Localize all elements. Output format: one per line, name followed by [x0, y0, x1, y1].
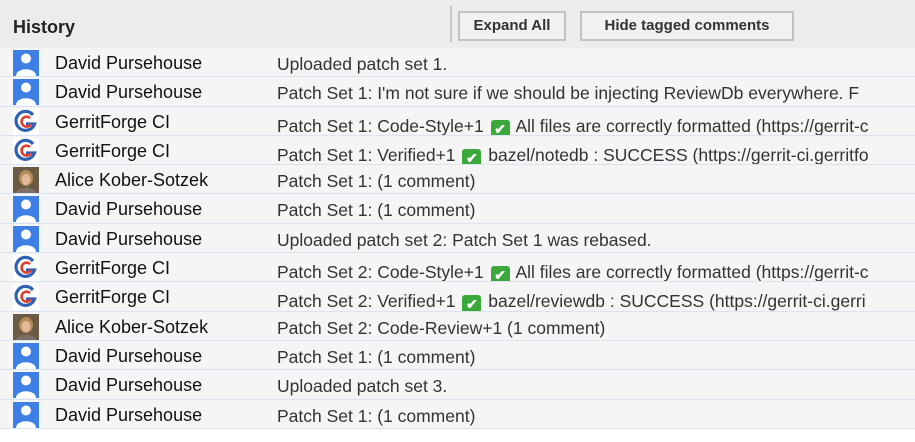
default-user-icon: [13, 50, 39, 76]
hide-tagged-comments-button[interactable]: Hide tagged comments: [580, 11, 794, 41]
message-text: Patch Set 1: (1 comment): [277, 200, 476, 221]
author-name: David Pursehouse: [55, 375, 203, 396]
history-row[interactable]: Alice Kober-Sotzek Patch Set 2: Code-Revi…: [0, 311, 915, 341]
default-user-icon: [13, 342, 39, 369]
default-user-icon: [13, 196, 39, 223]
check-mark-icon: ✔: [462, 295, 482, 311]
history-row[interactable]: GerritForge CI Patch Set 2: Verified+1 ✔ …: [0, 282, 915, 312]
history-row[interactable]: David Pursehouse Patch Set 1: (1 comment): [0, 340, 915, 371]
history-row[interactable]: David Pursehouse Patch Set 1: I'm not sur…: [0, 77, 915, 107]
author-name: GerritForge CI: [55, 140, 171, 161]
message-text: Patch Set 1: (1 comment): [277, 171, 476, 192]
history-row[interactable]: David Pursehouse Uploaded patch set 1.: [0, 48, 915, 78]
message-text: Uploaded patch set 1.: [277, 54, 448, 74]
history-title: History: [13, 17, 76, 37]
author-name: GerritForge CI: [55, 287, 171, 308]
gerritforge-logo-icon: [13, 255, 39, 282]
history-row[interactable]: Alice Kober-Sotzek Patch Set 1: (1 commen…: [0, 165, 915, 195]
message-text: Uploaded patch set 3.: [277, 376, 448, 397]
message-prefix: Patch Set 2: Code-Style+1: [277, 262, 484, 283]
history-header: History Expand All Hide tagged comments: [0, 0, 915, 48]
message-suffix: All files are correctly formatted (https…: [515, 115, 869, 136]
message-suffix: All files are correctly formatted (https…: [515, 262, 869, 283]
message-text: Patch Set 2: Code-Review+1 (1 comment): [277, 317, 606, 338]
history-list: David Pursehouse Uploaded patch set 1. Dav…: [0, 48, 915, 429]
gerritforge-logo-icon: [13, 137, 39, 164]
user-photo-icon: [13, 167, 39, 194]
default-user-icon: [13, 401, 39, 428]
message-text: Patch Set 1: I'm not sure if we should b…: [277, 83, 860, 104]
author-name: Alice Kober-Sotzek: [55, 170, 209, 191]
check-mark-icon: ✔: [490, 119, 510, 135]
gerritforge-logo-icon: [13, 108, 39, 135]
message-text: Uploaded patch set 2: Patch Set 1 was re…: [277, 229, 652, 250]
history-row[interactable]: GerritForge CI Patch Set 1: Verified+1 ✔ …: [0, 135, 915, 166]
default-user-icon: [13, 372, 39, 399]
message-text: Patch Set 1: (1 comment): [277, 405, 476, 426]
default-user-icon: [13, 225, 39, 252]
history-row[interactable]: David Pursehouse Uploaded patch set 3.: [0, 370, 915, 400]
author-name: GerritForge CI: [55, 258, 171, 279]
message-prefix: Patch Set 1: Verified+1: [277, 144, 456, 165]
history-row[interactable]: David Pursehouse Patch Set 1: (1 comment): [0, 194, 915, 224]
message-prefix: Patch Set 1: Code-Style+1: [277, 115, 484, 136]
message-suffix: bazel/notedb : SUCCESS (https://gerrit-c…: [488, 144, 869, 165]
message-text: Patch Set 1: (1 comment): [277, 346, 476, 367]
history-row[interactable]: David Pursehouse Patch Set 1: (1 comment): [0, 399, 915, 429]
author-name: Alice Kober-Sotzek: [55, 316, 209, 337]
message-text: Patch Set 2: Verified+1 ✔ bazel/reviewdb…: [277, 291, 866, 311]
check-mark-icon: ✔: [490, 266, 510, 282]
message-suffix: bazel/reviewdb : SUCCESS (https://gerrit…: [488, 291, 866, 312]
history-row[interactable]: David Pursehouse Uploaded patch set 2: Pa…: [0, 223, 915, 254]
author-name: David Pursehouse: [55, 345, 203, 366]
author-name: David Pursehouse: [55, 53, 203, 73]
message-text: Patch Set 2: Code-Style+1 ✔ All files ar…: [277, 262, 869, 282]
check-mark-icon: ✔: [462, 148, 482, 165]
author-name: David Pursehouse: [55, 228, 203, 249]
expand-all-button[interactable]: Expand All: [458, 11, 566, 41]
gerritforge-logo-icon: [13, 284, 39, 311]
message-text: Patch Set 1: Code-Style+1 ✔ All files ar…: [277, 115, 869, 136]
author-name: David Pursehouse: [55, 199, 203, 220]
author-name: David Pursehouse: [55, 82, 203, 103]
history-row[interactable]: GerritForge CI Patch Set 2: Code-Style+1 …: [0, 253, 915, 283]
message-text: Patch Set 1: Verified+1 ✔ bazel/notedb :…: [277, 145, 869, 165]
default-user-icon: [13, 79, 39, 106]
message-prefix: Patch Set 2: Verified+1: [277, 291, 456, 312]
author-name: GerritForge CI: [55, 111, 171, 132]
user-photo-icon: [13, 313, 39, 340]
author-name: David Pursehouse: [55, 404, 203, 425]
history-row[interactable]: GerritForge CI Patch Set 1: Code-Style+1 …: [0, 106, 915, 136]
header-divider: [450, 6, 452, 42]
